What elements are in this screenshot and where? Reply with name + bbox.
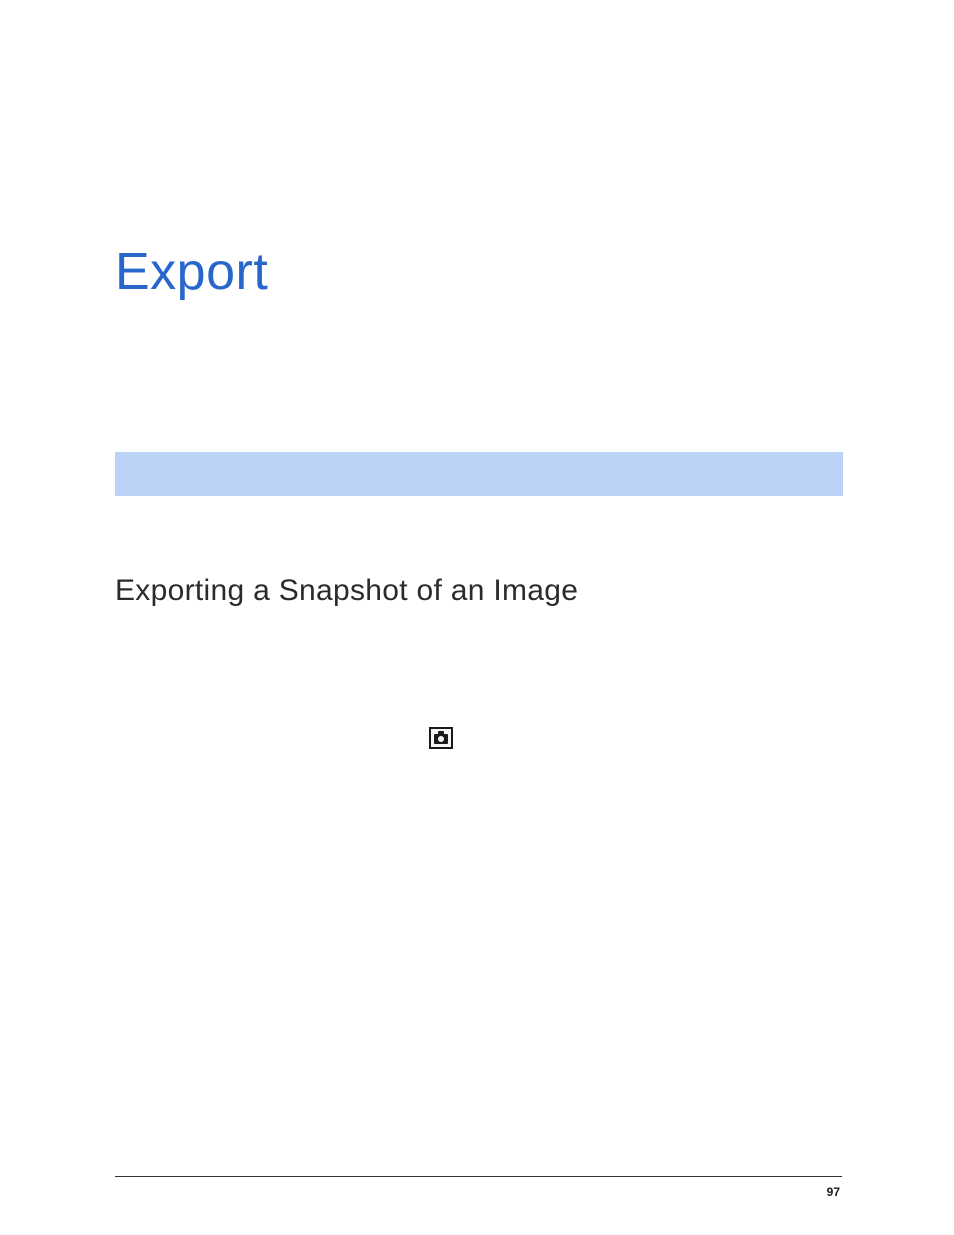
- page-number: 97: [827, 1185, 840, 1199]
- document-page: Export Exporting a Snapshot of an Image …: [0, 0, 954, 1235]
- footer-divider: [115, 1176, 842, 1177]
- section-heading: Exporting a Snapshot of an Image: [115, 574, 578, 608]
- snapshot-camera-icon: [429, 727, 453, 749]
- section-divider-bar: [115, 452, 843, 496]
- chapter-title: Export: [115, 242, 268, 302]
